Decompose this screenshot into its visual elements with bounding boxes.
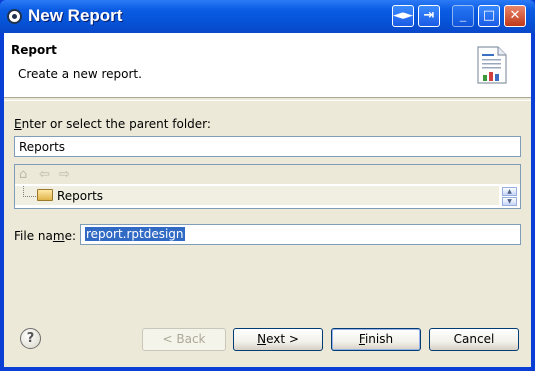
maximize-editor-button[interactable]: ⇥: [418, 5, 440, 27]
finish-button[interactable]: Finish: [331, 328, 421, 351]
restore-layout-button[interactable]: ◄►: [392, 5, 414, 27]
next-button[interactable]: Next >: [233, 328, 323, 351]
back-button[interactable]: < Back: [142, 328, 226, 351]
dialog-window: New Report ◄► ⇥ _ □ ✕ Report Create a ne…: [0, 0, 535, 371]
dialog-client-area: Report Create a new report. Enter or sel…: [4, 33, 531, 367]
header-separator: [4, 100, 531, 101]
help-icon[interactable]: ?: [20, 328, 41, 349]
folder-icon: [37, 189, 53, 201]
tree-item-label: Reports: [57, 189, 104, 203]
app-icon: [7, 9, 22, 24]
tree-item-reports[interactable]: Reports: [15, 186, 499, 205]
wizard-title: Report: [11, 43, 57, 57]
home-icon[interactable]: ⌂: [19, 167, 27, 182]
file-name-input[interactable]: report.rptdesign: [80, 224, 521, 245]
tree-connector: [23, 186, 36, 197]
scroll-up-button[interactable]: ▲: [502, 187, 517, 196]
title-bar[interactable]: New Report ◄► ⇥ _ □ ✕: [0, 0, 535, 33]
parent-folder-input[interactable]: [14, 136, 521, 157]
parent-folder-label: Enter or select the parent folder:: [14, 117, 211, 131]
close-button[interactable]: ✕: [504, 5, 526, 27]
forward-arrow-icon[interactable]: ⇨: [59, 167, 70, 182]
window-title: New Report: [28, 6, 123, 25]
folder-tree[interactable]: ⌂ ⇦ ⇨ Reports ▲ ▼: [14, 164, 521, 209]
file-name-label: File name:: [14, 229, 76, 243]
file-name-value: report.rptdesign: [85, 227, 185, 241]
cancel-button[interactable]: Cancel: [429, 328, 519, 351]
wizard-description: Create a new report.: [18, 67, 142, 81]
tree-toolbar: ⌂ ⇦ ⇨: [15, 165, 520, 184]
report-document-icon: [477, 46, 507, 84]
back-arrow-icon[interactable]: ⇦: [39, 167, 50, 182]
scroll-down-button[interactable]: ▼: [502, 197, 517, 206]
maximize-button[interactable]: □: [478, 5, 500, 27]
wizard-header: Report Create a new report.: [4, 33, 531, 98]
minimize-button[interactable]: _: [452, 5, 474, 27]
